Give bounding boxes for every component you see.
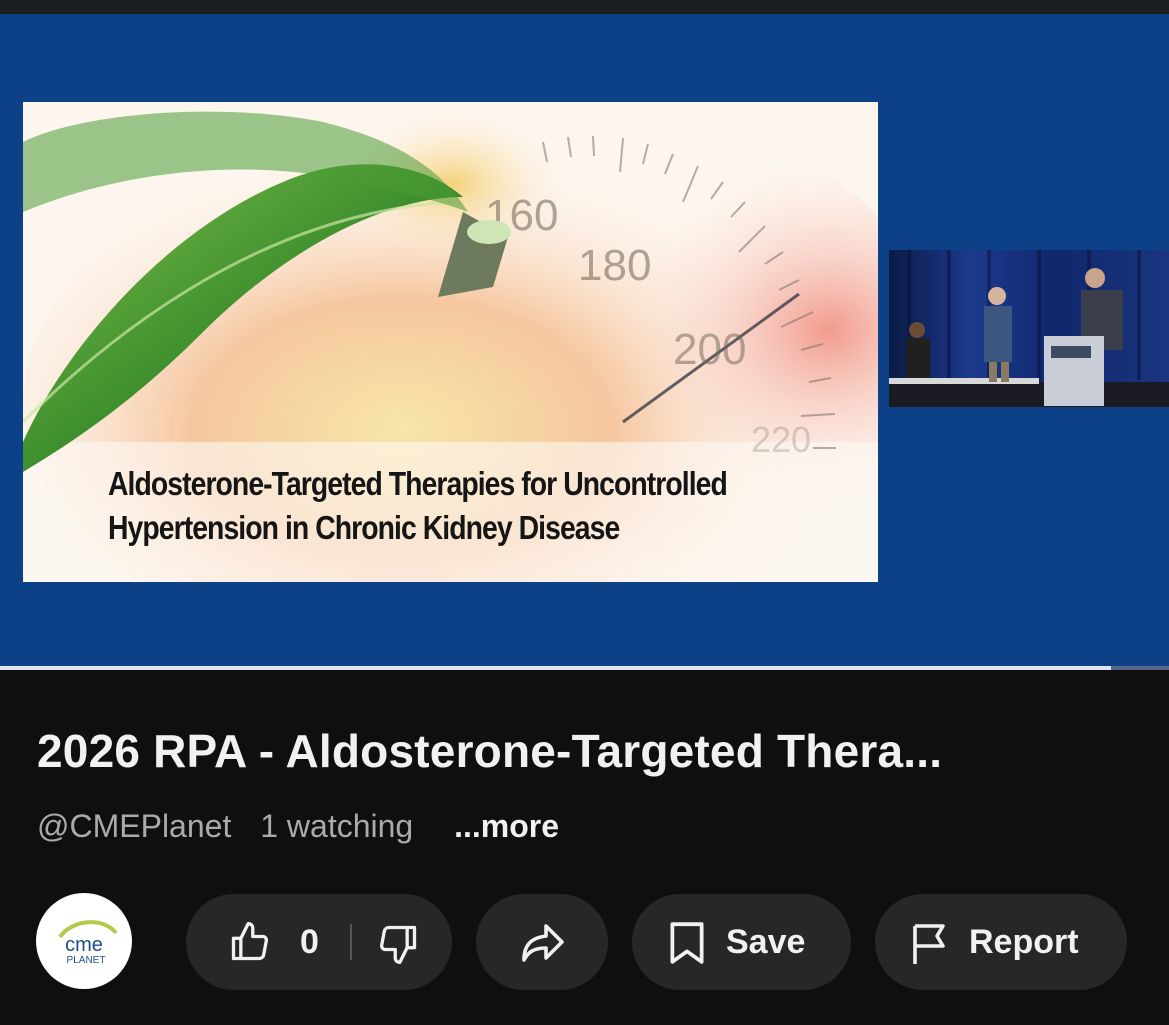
thumbs-up-icon[interactable]: [228, 920, 272, 964]
progress-fill: [0, 666, 1111, 670]
logo-text-sub: PLANET: [67, 955, 106, 966]
speaker-camera-inset: [889, 250, 1169, 407]
channel-avatar[interactable]: cme PLANET: [36, 893, 132, 989]
gauge-label-200: 200: [673, 325, 746, 374]
like-divider: [350, 924, 352, 960]
share-arrow-icon: [522, 924, 564, 962]
like-dislike-pill: 0: [186, 894, 452, 990]
bookmark-icon: [670, 922, 704, 964]
logo-text-main: cme: [65, 934, 103, 956]
save-button[interactable]: Save: [632, 894, 851, 990]
channel-handle[interactable]: @CMEPlanet: [37, 808, 231, 844]
report-button[interactable]: Report: [875, 894, 1127, 990]
gauge-label-180: 180: [578, 241, 651, 290]
save-label: Save: [726, 923, 806, 961]
thumbs-down-icon[interactable]: [376, 922, 420, 966]
slide-title-line2: Hypertension in Chronic Kidney Disease: [108, 509, 620, 546]
stage-camera-image: [889, 250, 1169, 407]
flag-icon: [913, 924, 945, 964]
slide-title: Aldosterone-Targeted Therapies for Uncon…: [108, 462, 728, 550]
slide-title-line1: Aldosterone-Targeted Therapies for Uncon…: [108, 465, 728, 502]
top-status-bar: [0, 0, 1169, 14]
share-button[interactable]: [476, 894, 608, 990]
video-progress-bar[interactable]: [0, 666, 1169, 670]
watching-count: 1 watching: [260, 808, 414, 844]
video-title[interactable]: 2026 RPA - Aldosterone-Targeted Thera...: [37, 724, 1137, 778]
presentation-slide: 160 180 200 220 Aldosterone-Targeted The…: [23, 102, 878, 582]
video-player[interactable]: 160 180 200 220 Aldosterone-Targeted The…: [0, 14, 1169, 670]
more-link[interactable]: ...more: [454, 808, 559, 844]
cme-planet-logo: cme PLANET: [58, 920, 118, 966]
gauge-label-220: 220: [751, 419, 811, 460]
report-label: Report: [969, 923, 1079, 961]
video-meta-row: @CMEPlanet 1 watching ...more: [37, 808, 579, 845]
like-count: 0: [300, 923, 319, 961]
